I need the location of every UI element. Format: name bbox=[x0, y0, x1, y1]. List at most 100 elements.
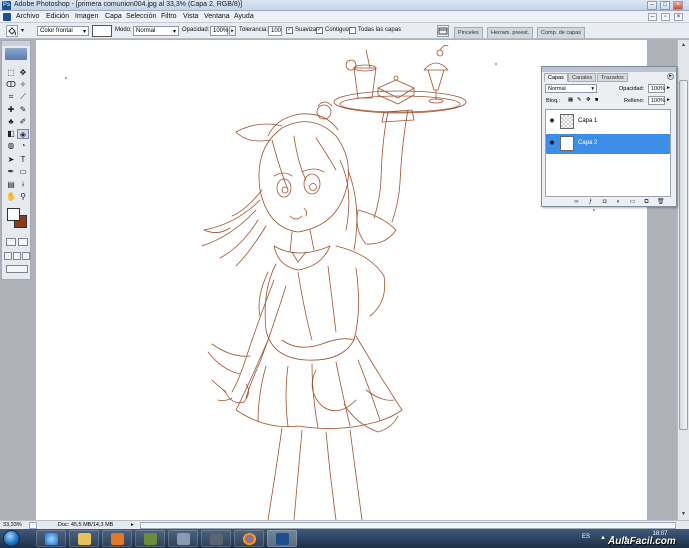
paint-bucket-tool-icon[interactable]: ◈ bbox=[17, 129, 29, 139]
doc-close-button[interactable]: × bbox=[674, 13, 683, 21]
status-info-arrow-icon[interactable]: ▸ bbox=[131, 522, 134, 528]
tab-comp-de-capas[interactable]: Comp. de capas bbox=[537, 27, 586, 38]
minimize-button[interactable]: – bbox=[647, 1, 657, 10]
layer-mask-icon[interactable]: ◘ bbox=[601, 199, 608, 206]
layer-opacity-arrow-icon[interactable]: ▸ bbox=[667, 85, 670, 91]
lock-pixels-icon[interactable]: ✎ bbox=[577, 97, 582, 103]
vertical-scrollbar[interactable]: ▲ ▼ bbox=[677, 40, 689, 520]
menu-archivo[interactable]: Archivo bbox=[16, 13, 39, 20]
tab-canales[interactable]: Canales bbox=[568, 73, 597, 82]
start-button[interactable] bbox=[3, 530, 20, 547]
screen-mode-full-icon[interactable] bbox=[22, 252, 30, 260]
taskbar-explorer[interactable] bbox=[69, 530, 99, 547]
scrollbar-thumb[interactable] bbox=[679, 80, 688, 430]
magic-wand-tool-icon[interactable]: ✧ bbox=[17, 80, 29, 90]
eyedropper-tool-icon[interactable]: ⟊ bbox=[17, 180, 29, 190]
antialias-checkbox[interactable]: ✓ bbox=[286, 27, 293, 34]
layer-style-icon[interactable]: ƒ bbox=[587, 199, 594, 206]
tool-preset-arrow-icon[interactable]: ▾ bbox=[21, 27, 24, 34]
fill-arrow-icon[interactable]: ▸ bbox=[667, 97, 670, 103]
new-group-icon[interactable]: ▭ bbox=[629, 199, 636, 206]
taskbar-internet-explorer[interactable] bbox=[36, 530, 66, 547]
quick-mask-mode-icon[interactable] bbox=[18, 238, 28, 246]
tools-panel-header[interactable] bbox=[2, 41, 30, 46]
close-button[interactable]: × bbox=[673, 1, 683, 10]
all-layers-checkbox[interactable] bbox=[349, 27, 356, 34]
zoom-tool-icon[interactable]: ⚲ bbox=[17, 192, 29, 202]
type-tool-icon[interactable]: T bbox=[17, 155, 29, 165]
shape-tool-icon[interactable]: ▭ bbox=[17, 167, 29, 177]
horizontal-scrollbar[interactable] bbox=[140, 522, 676, 529]
tray-arrow-icon[interactable]: ▲ bbox=[600, 535, 606, 541]
lock-position-icon[interactable]: ✥ bbox=[586, 97, 591, 103]
lock-all-icon[interactable]: ■ bbox=[595, 97, 598, 103]
doc-restore-button[interactable]: ▫ bbox=[661, 13, 670, 21]
notes-tool-icon[interactable]: ▤ bbox=[5, 180, 17, 190]
tab-trazados[interactable]: Trazados bbox=[597, 73, 628, 82]
status-menu-icon[interactable] bbox=[29, 522, 37, 529]
menu-ventana[interactable]: Ventana bbox=[204, 13, 230, 20]
move-tool-icon[interactable]: ✥ bbox=[17, 68, 29, 78]
taskbar-app-5[interactable] bbox=[168, 530, 198, 547]
hand-tool-icon[interactable]: ✋ bbox=[5, 192, 17, 202]
taskbar-app-6[interactable] bbox=[201, 530, 231, 547]
layer-opacity-input[interactable]: 100% bbox=[648, 84, 665, 93]
tab-pinceles[interactable]: Pinceles bbox=[454, 27, 483, 38]
opacity-input[interactable]: 100% bbox=[210, 26, 228, 36]
opacity-slider-arrow[interactable]: ▸ bbox=[229, 26, 236, 36]
blur-tool-icon[interactable]: ◍ bbox=[5, 141, 17, 151]
screen-mode-full-menu-icon[interactable] bbox=[13, 252, 21, 260]
delete-layer-icon[interactable]: 🗑 bbox=[657, 199, 665, 206]
fill-source-select[interactable]: Color frontal ▾ bbox=[37, 26, 89, 36]
doc-minimize-button[interactable]: – bbox=[648, 13, 657, 21]
tolerance-input[interactable]: 100 bbox=[268, 26, 282, 36]
screen-mode-standard-icon[interactable] bbox=[4, 252, 12, 260]
app-menu-icon[interactable] bbox=[3, 13, 11, 21]
input-language[interactable]: ES bbox=[582, 534, 590, 540]
menu-edicion[interactable]: Edición bbox=[46, 13, 69, 20]
dodge-tool-icon[interactable]: ◔ bbox=[17, 141, 29, 151]
adjustment-layer-icon[interactable]: ◐ bbox=[615, 199, 622, 206]
mode-select[interactable]: Normal ▾ bbox=[133, 26, 179, 36]
tab-capas[interactable]: Capas bbox=[544, 73, 568, 82]
layer-row-capa-2[interactable]: ◉ Capa 2 bbox=[546, 134, 670, 154]
marquee-tool-icon[interactable]: ⬚ bbox=[5, 68, 17, 78]
adobe-online-icon[interactable] bbox=[5, 48, 27, 60]
taskbar-photoshop[interactable] bbox=[267, 530, 297, 547]
lasso-tool-icon[interactable]: ↀ bbox=[5, 80, 17, 90]
link-layers-icon[interactable]: ∞ bbox=[573, 199, 580, 206]
brush-tool-icon[interactable]: ✎ bbox=[17, 105, 29, 115]
menu-seleccion[interactable]: Selección bbox=[126, 13, 156, 20]
contiguous-checkbox[interactable]: ✓ bbox=[316, 27, 323, 34]
healing-brush-tool-icon[interactable]: ✚ bbox=[5, 105, 17, 115]
pattern-swatch[interactable] bbox=[92, 25, 112, 37]
tab-herram-preest[interactable]: Herram. preest. bbox=[487, 27, 534, 38]
menu-imagen[interactable]: Imagen bbox=[75, 13, 98, 20]
layers-panel-header[interactable] bbox=[542, 67, 676, 72]
new-layer-icon[interactable]: ⧉ bbox=[643, 199, 650, 206]
layers-panel-menu-icon[interactable]: ▸ bbox=[667, 73, 674, 80]
clone-stamp-tool-icon[interactable]: ♣ bbox=[5, 117, 17, 127]
taskbar-media-player[interactable] bbox=[102, 530, 132, 547]
menu-vista[interactable]: Vista bbox=[183, 13, 198, 20]
blend-mode-select[interactable]: Normal ▾ bbox=[545, 84, 597, 93]
crop-tool-icon[interactable]: ⌗ bbox=[5, 92, 17, 102]
taskbar-chrome[interactable] bbox=[234, 530, 264, 547]
visibility-eye-icon[interactable]: ◉ bbox=[548, 118, 556, 125]
eraser-tool-icon[interactable]: ◧ bbox=[5, 129, 17, 139]
fill-input[interactable]: 100% bbox=[648, 96, 665, 105]
path-selection-tool-icon[interactable]: ➤ bbox=[5, 155, 17, 165]
pen-tool-icon[interactable]: ✒ bbox=[5, 167, 17, 177]
foreground-color-swatch[interactable] bbox=[7, 208, 20, 221]
maximize-button[interactable]: □ bbox=[660, 1, 670, 10]
visibility-eye-icon[interactable]: ◉ bbox=[548, 140, 556, 147]
menu-filtro[interactable]: Filtro bbox=[161, 13, 177, 20]
palette-well-icon[interactable] bbox=[437, 25, 449, 37]
paint-bucket-tool-preset-icon[interactable] bbox=[6, 25, 18, 37]
standard-mode-icon[interactable] bbox=[6, 238, 16, 246]
jump-to-imageready-icon[interactable] bbox=[6, 265, 28, 273]
menu-ayuda[interactable]: Ayuda bbox=[234, 13, 254, 20]
zoom-level[interactable]: 33,33% bbox=[3, 522, 22, 528]
scroll-up-arrow-icon[interactable]: ▲ bbox=[679, 41, 688, 49]
slice-tool-icon[interactable]: ⟋ bbox=[17, 92, 29, 102]
